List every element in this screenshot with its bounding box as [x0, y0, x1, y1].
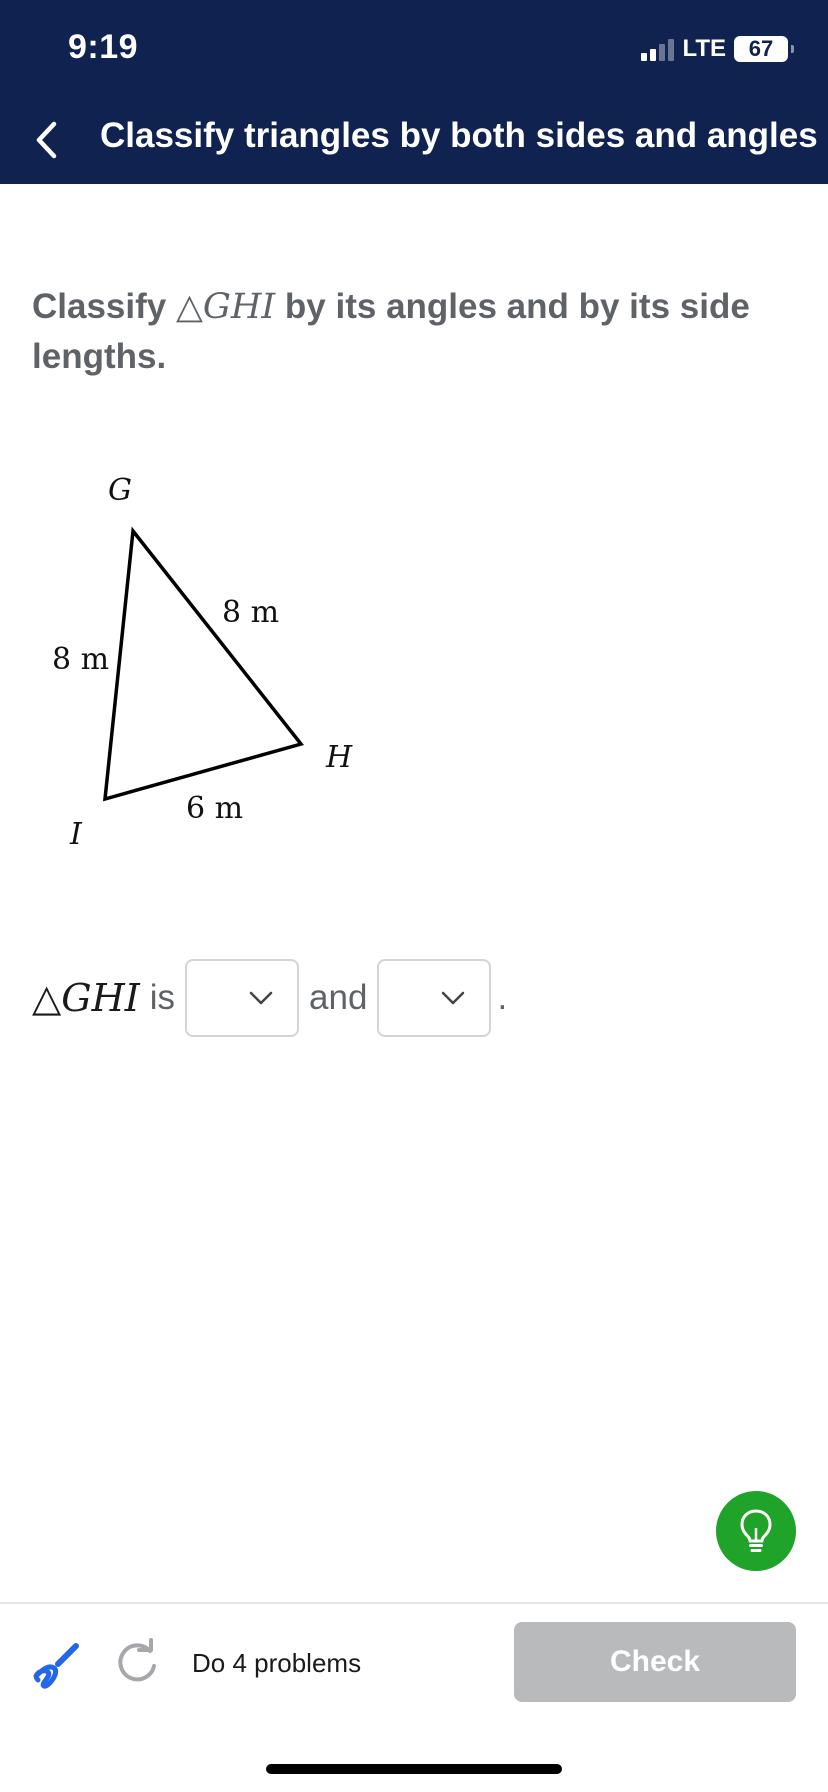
- chevron-down-icon: [442, 991, 465, 1005]
- lightbulb-icon: [740, 1509, 772, 1552]
- answer-triangle-name: GHI: [61, 976, 140, 1020]
- and-text: and: [309, 978, 368, 1017]
- status-time: 9:19: [68, 28, 139, 66]
- hint-button[interactable]: [716, 1491, 796, 1571]
- side-label-gh: 8 m: [222, 595, 279, 630]
- question-triangle: △GHI: [176, 287, 275, 327]
- question-text: Classify △GHI by its angles and by its s…: [32, 282, 772, 382]
- page-title: Classify triangles by both sides and ang…: [100, 116, 818, 155]
- triangle-figure: G H I 8 m 8 m 6 m: [52, 473, 353, 852]
- triangle-shape: [102, 526, 304, 802]
- is-text: is: [149, 978, 176, 1017]
- status-indicators: LTE 67: [641, 34, 794, 64]
- triangle-symbol: △: [175, 287, 203, 327]
- side-classification-dropdown[interactable]: [377, 959, 492, 1037]
- triangle-name: GHI: [202, 287, 276, 327]
- vertex-label-h: H: [325, 740, 353, 775]
- network-type: LTE: [682, 35, 726, 62]
- bottom-divider: [0, 1602, 828, 1604]
- progress-text: Do 4 problems: [192, 1648, 362, 1678]
- back-button[interactable]: [26, 118, 66, 162]
- answer-row: △GHI is and .: [32, 958, 507, 1038]
- scribble-icon[interactable]: [30, 1636, 84, 1690]
- side-label-ih: 6 m: [186, 791, 243, 826]
- answer-triangle-symbol: △: [32, 976, 62, 1020]
- home-indicator: [266, 1764, 562, 1774]
- chevron-left-icon: [36, 121, 57, 159]
- question-prefix: Classify: [32, 287, 176, 326]
- end-punctuation: .: [497, 978, 508, 1017]
- vertex-label-g: G: [108, 473, 132, 508]
- angle-classification-dropdown[interactable]: [185, 959, 300, 1037]
- side-label-gi: 8 m: [52, 642, 109, 677]
- chevron-down-icon: [249, 991, 273, 1005]
- redo-icon[interactable]: [114, 1638, 162, 1686]
- check-button[interactable]: Check: [514, 1622, 796, 1702]
- signal-icon: [641, 37, 675, 61]
- battery-icon: 67: [734, 36, 794, 62]
- vertex-label-i: I: [69, 817, 83, 852]
- answer-triangle: △GHI: [32, 976, 140, 1020]
- top-bar: 9:19 LTE 67 Classify triangles by both s…: [0, 0, 828, 184]
